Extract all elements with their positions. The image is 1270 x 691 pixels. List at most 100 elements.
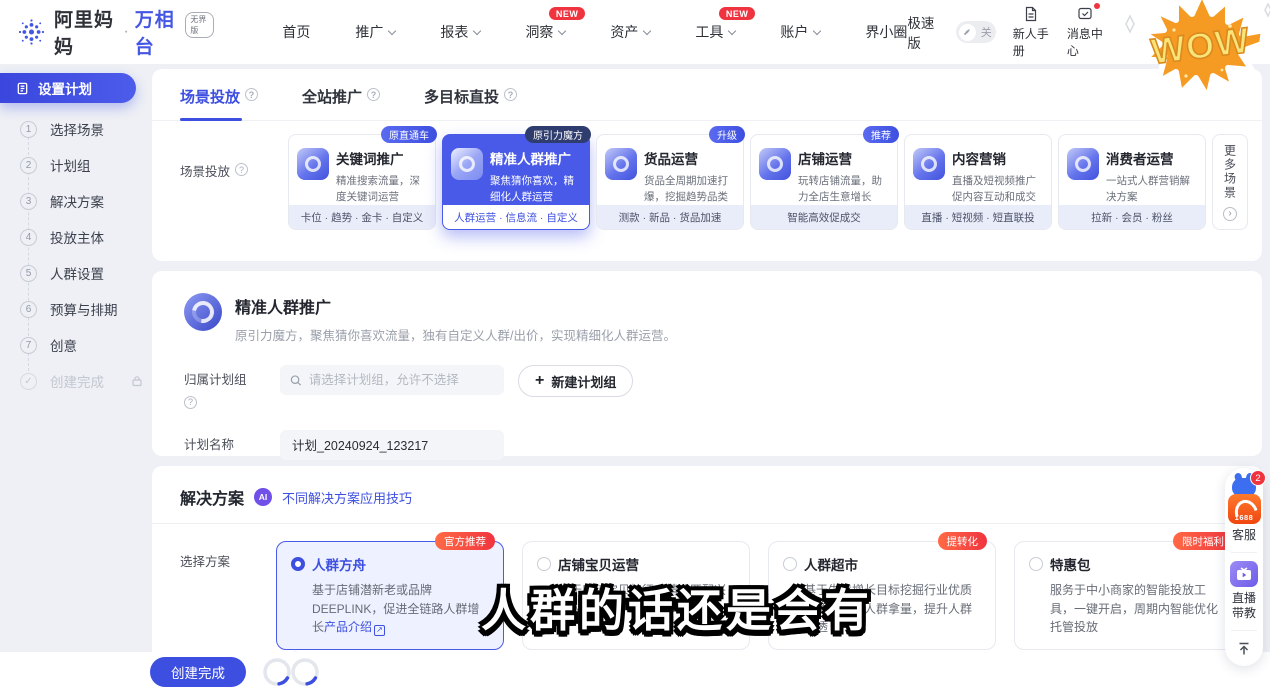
radio-unselected[interactable] xyxy=(783,557,797,571)
scene-tags: 卡位 · 趋势 · 金卡 · 自定义 xyxy=(289,205,435,229)
nav-item-tools[interactable]: 工具NEW xyxy=(695,22,735,42)
brand-separator: · xyxy=(123,23,128,41)
nav-item-assets[interactable]: 资产 xyxy=(610,22,650,42)
create-complete-button[interactable]: 创建完成 xyxy=(150,657,246,687)
help-icon[interactable]: ? xyxy=(245,88,258,101)
brand[interactable]: 阿里妈妈 · 万相台 无界版 xyxy=(18,5,214,59)
message-center[interactable]: 消息中心 xyxy=(1067,6,1104,59)
step-budget[interactable]: 6预算与排期 xyxy=(0,291,150,327)
solution-title: 解决方案 xyxy=(180,485,244,509)
chevron-down-icon xyxy=(813,26,821,34)
arrow-up-icon xyxy=(1236,641,1252,657)
corner-badge: 推荐 xyxy=(863,126,899,143)
step-audience[interactable]: 5人群设置 xyxy=(0,255,150,291)
plan-group-select[interactable] xyxy=(280,365,504,395)
scene-card-goods[interactable]: 升级 货品运营 货品全周期加速打爆，挖掘趋势品类 测款 · 新品 · 货品加速 xyxy=(596,134,744,230)
help-icon[interactable]: ? xyxy=(184,396,197,409)
tab-scene-launch[interactable]: 场景投放? xyxy=(180,86,258,120)
plus-icon: + xyxy=(535,373,544,389)
top-navbar: 阿里妈妈 · 万相台 无界版 首页 推广 报表 洞察NEW 资产 工具NEW 账… xyxy=(0,0,1270,64)
alimama-logo-icon xyxy=(18,15,45,49)
lock-icon xyxy=(131,375,143,387)
radio-unselected[interactable] xyxy=(537,557,551,571)
nav-item-account[interactable]: 账户 xyxy=(780,22,820,42)
plan-description: 原引力魔方，聚焦猜你喜欢流量，独有自定义人群/出价，实现精细化人群运营。 xyxy=(235,325,676,344)
more-scenes-button[interactable]: 更多场景 › xyxy=(1212,134,1248,230)
newbie-manual[interactable]: 新人手册 xyxy=(1013,6,1050,59)
nav-item-promotion[interactable]: 推广 xyxy=(355,22,395,42)
live-teaching-label[interactable]: 直播带教 xyxy=(1231,591,1257,622)
chevron-down-icon xyxy=(728,26,736,34)
scene-card-keyword[interactable]: 原直通车 关键词推广 精准搜索流量，深度关键词运营 卡位 · 趋势 · 金卡 ·… xyxy=(288,134,436,230)
floating-helper-bar: 2 1688 客服 直播带教 xyxy=(1225,468,1263,666)
scene-card-shop[interactable]: 推荐 店铺运营 玩转店铺流量，助力全店生意增长 智能高效促成交 xyxy=(750,134,898,230)
product-intro-link[interactable]: 产品介绍 xyxy=(324,620,372,634)
help-icon[interactable]: ? xyxy=(367,88,380,101)
help-icon[interactable]: ? xyxy=(235,163,248,176)
spinner-icon xyxy=(262,657,292,687)
help-icon[interactable]: ? xyxy=(504,88,517,101)
nav-item-reports[interactable]: 报表 xyxy=(440,22,480,42)
scene-row-label: 场景投放? xyxy=(180,134,288,230)
message-center-label: 消息中心 xyxy=(1067,25,1104,59)
option-special-offer[interactable]: 限时福利 特惠包 服务于中小商家的智能投放工具，一键开启，周期内智能优化托管投放 xyxy=(1014,541,1242,650)
ai-icon: AI xyxy=(254,488,272,506)
scene-section: 场景投放? 全站推广? 多目标直投? 场景投放? 原直通车 关键词推广 精准搜索… xyxy=(152,69,1262,261)
new-badge: NEW xyxy=(719,7,756,20)
quick-version-toggle[interactable]: 关 xyxy=(956,21,996,43)
nav-item-home[interactable]: 首页 xyxy=(282,22,310,42)
step-plan-group[interactable]: 2计划组 xyxy=(0,147,150,183)
tab-multi-goal[interactable]: 多目标直投? xyxy=(424,86,517,120)
step-creative[interactable]: 7创意 xyxy=(0,327,150,363)
sidebar-item-label: 设置计划 xyxy=(38,78,92,98)
step-solution[interactable]: 3解决方案 xyxy=(0,183,150,219)
audience-promo-icon xyxy=(184,293,222,331)
nav-item-insight[interactable]: 洞察NEW xyxy=(525,22,565,42)
message-icon xyxy=(1077,6,1093,22)
newbie-manual-label: 新人手册 xyxy=(1013,25,1050,59)
step-target[interactable]: 4投放主体 xyxy=(0,219,150,255)
divider xyxy=(1231,552,1257,553)
scene-icon xyxy=(451,148,483,180)
notification-dot xyxy=(1094,3,1100,9)
notification-count-badge: 2 xyxy=(1250,470,1266,486)
plan-group-row: 归属计划组 ? + 新建计划组 xyxy=(152,365,1262,409)
solution-tips-link[interactable]: 不同解决方案应用技巧 xyxy=(282,488,412,507)
scene-tags: 测款 · 新品 · 货品加速 xyxy=(597,205,743,229)
tab-sitewide[interactable]: 全站推广? xyxy=(302,86,380,120)
corner-badge: 升级 xyxy=(709,126,745,143)
recommend-badge: 官方推荐 xyxy=(435,532,495,550)
scene-cards: 原直通车 关键词推广 精准搜索流量，深度关键词运营 卡位 · 趋势 · 金卡 ·… xyxy=(288,134,1248,230)
loading-spinners xyxy=(262,657,320,687)
divider xyxy=(1231,630,1257,631)
toggle-state-label: 关 xyxy=(981,24,992,40)
chevron-down-icon xyxy=(473,26,481,34)
bottom-action-bar: 创建完成 xyxy=(0,652,1270,691)
corner-badge: 原直通车 xyxy=(381,126,437,143)
scene-tags: 人群运营 · 信息流 · 自定义 xyxy=(443,205,589,229)
scene-card-consumer[interactable]: 消费者运营 一站式人群营销解决方案 拉新 · 会员 · 粉丝 xyxy=(1058,134,1206,230)
plan-name-label: 计划名称 xyxy=(184,430,252,455)
plan-group-input[interactable] xyxy=(309,373,494,387)
step-choose-scene[interactable]: 1选择场景 xyxy=(0,111,150,147)
navbar-right: 极速版 关 新人手册 消息中心 xyxy=(907,6,1104,59)
logo-1688-icon[interactable]: 1688 xyxy=(1228,494,1261,524)
back-to-top-button[interactable] xyxy=(1236,641,1252,657)
customer-service-label[interactable]: 客服 xyxy=(1231,528,1257,544)
choose-solution-label: 选择方案 xyxy=(180,541,248,650)
radio-unselected[interactable] xyxy=(1029,557,1043,571)
conversion-badge: 提转化 xyxy=(938,532,988,550)
radio-selected[interactable] xyxy=(291,557,305,571)
nav-item-jiexiaoquan[interactable]: 界小圈 xyxy=(865,22,907,42)
limited-benefit-badge: 限时福利 xyxy=(1173,532,1233,550)
plan-name-input[interactable] xyxy=(280,430,504,460)
sidebar-item-setup-plan[interactable]: 设置计划 xyxy=(0,73,136,103)
scene-card-content[interactable]: 内容营销 直播及短视频推广促内容互动和成交 直播 · 短视频 · 短直联投 xyxy=(904,134,1052,230)
option-audience-ark[interactable]: 官方推荐 人群方舟 基于店铺潜新老或品牌DEEPLINK，促进全链路人群增长产品… xyxy=(276,541,504,650)
quick-version-label: 极速版 xyxy=(907,12,938,52)
corner-badge: 原引力魔方 xyxy=(525,126,591,143)
scene-card-precise-audience[interactable]: 原引力魔方 精准人群推广 聚焦猜你喜欢，精细化人群运营 人群运营 · 信息流 ·… xyxy=(442,134,590,230)
live-teaching-icon[interactable] xyxy=(1230,561,1258,587)
new-plan-group-button[interactable]: + 新建计划组 xyxy=(518,365,633,397)
scene-tags: 智能高效促成交 xyxy=(751,205,897,229)
